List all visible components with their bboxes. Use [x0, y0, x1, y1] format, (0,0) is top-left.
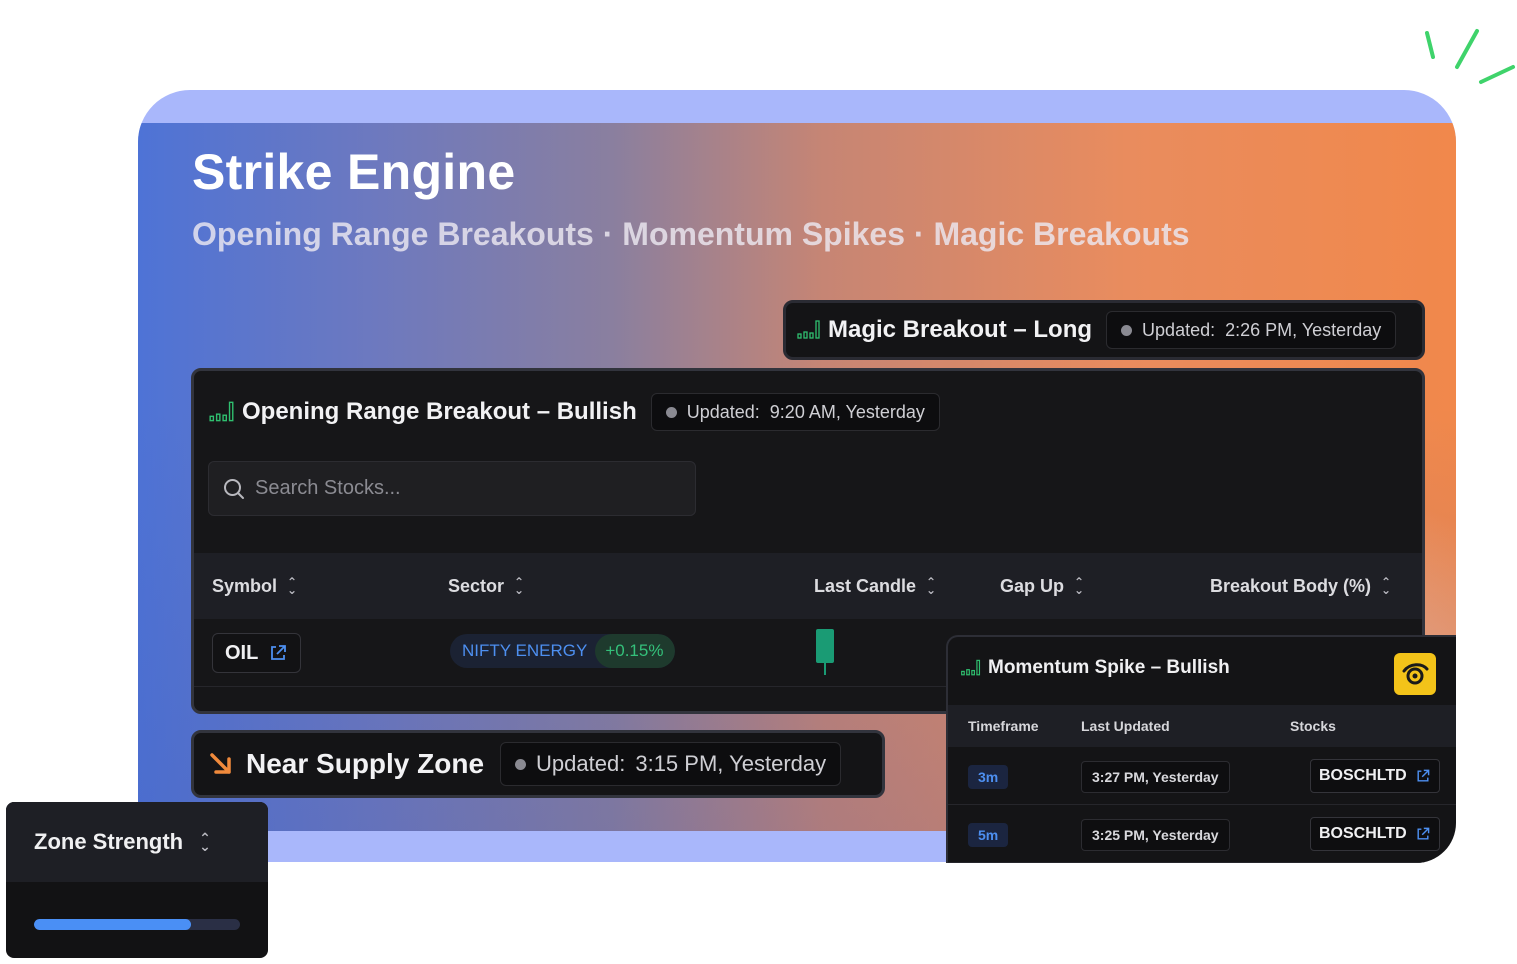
search-box[interactable] — [208, 461, 696, 516]
timeframe-badge: 5m — [968, 823, 1009, 847]
candlestick-icon — [797, 320, 820, 339]
momentum-table-header: Timeframe Last Updated Stocks — [948, 705, 1456, 747]
search-input[interactable] — [255, 477, 675, 500]
status-dot — [515, 758, 527, 770]
last-candle-icon — [816, 629, 834, 675]
updated-prefix: Updated: — [536, 751, 626, 776]
supply-label: Near Supply Zone — [246, 748, 485, 779]
sector-name: NIFTY ENERGY — [462, 641, 588, 660]
magic-breakout-card[interactable]: Magic Breakout – Long Updated: 2:26 PM, … — [783, 300, 1425, 360]
updated-time: 9:20 AM, Yesterday — [769, 401, 925, 422]
table-header: Symbol ⌃ ⌄ Sector ⌃ ⌄ Last Candle ⌃ ⌄ Gap U… — [194, 553, 1422, 619]
column-stocks: Stocks — [1290, 718, 1336, 734]
momentum-label: Momentum Spike – Bullish — [988, 657, 1230, 678]
timeframe-badge: 3m — [968, 765, 1009, 789]
sort-icon[interactable]: ⌃ ⌄ — [1074, 576, 1084, 596]
column-label: Gap Up — [1000, 575, 1065, 596]
zone-strength-label: Zone Strength — [34, 829, 184, 854]
column-breakout-body[interactable]: Breakout Body (%) ⌃ ⌄ — [1210, 553, 1391, 619]
column-sector[interactable]: Sector ⌃ ⌄ — [448, 553, 524, 619]
status-dot — [1121, 324, 1133, 336]
column-label: Last Candle — [814, 575, 917, 596]
sparkle-icon — [1425, 29, 1515, 84]
page-subtitle: Opening Range Breakouts · Momentum Spike… — [192, 216, 1190, 252]
updated-time: 3:15 PM, Yesterday — [635, 751, 827, 776]
sort-icon[interactable]: ⌃ ⌄ — [926, 576, 936, 596]
updated-time: 2:26 PM, Yesterday — [1225, 319, 1382, 340]
owl-logo-icon[interactable] — [1394, 653, 1436, 695]
symbol-label: OIL — [225, 641, 259, 664]
column-last-updated: Last Updated — [1081, 718, 1170, 734]
stock-label: BOSCHLTD — [1319, 825, 1407, 842]
stock-label: BOSCHLTD — [1319, 767, 1407, 784]
zone-strength-header[interactable]: Zone Strength ⌃ ⌄ — [6, 802, 268, 882]
sort-icon[interactable]: ⌃ ⌄ — [514, 576, 524, 596]
magic-breakout-updated: Updated: 2:26 PM, Yesterday — [1106, 311, 1397, 349]
column-label: Sector — [448, 575, 505, 596]
arrow-down-right-icon — [210, 753, 231, 774]
sort-icon[interactable]: ⌃ ⌄ — [1381, 576, 1391, 596]
momentum-header: Momentum Spike – Bullish — [960, 657, 1230, 679]
supply-updated: Updated: 3:15 PM, Yesterday — [500, 742, 842, 786]
owl-eye-icon — [1402, 663, 1429, 685]
external-link-icon[interactable] — [268, 643, 288, 663]
sort-icon[interactable]: ⌃ ⌄ — [287, 576, 297, 596]
orb-header: Opening Range Breakout – Bullish Updated… — [208, 393, 940, 431]
page-title: Strike Engine — [192, 144, 516, 200]
column-last-candle[interactable]: Last Candle ⌃ ⌄ — [814, 553, 936, 619]
stock-chip[interactable]: BOSCHLTD — [1310, 759, 1440, 793]
table-row[interactable]: 3m 3:27 PM, Yesterday BOSCHLTD — [948, 747, 1456, 805]
updated-prefix: Updated: — [1142, 319, 1216, 340]
column-timeframe: Timeframe — [968, 718, 1039, 734]
last-updated-chip: 3:25 PM, Yesterday — [1081, 819, 1230, 851]
search-icon — [224, 478, 244, 499]
zone-strength-card: Zone Strength ⌃ ⌄ — [6, 802, 268, 958]
updated-prefix: Updated: — [686, 401, 760, 422]
external-link-icon[interactable] — [1415, 768, 1431, 784]
candlestick-icon — [209, 401, 234, 422]
sector-change: +0.15% — [595, 634, 676, 668]
external-link-icon[interactable] — [1415, 826, 1431, 842]
symbol-chip[interactable]: OIL — [212, 633, 302, 673]
column-gap-up[interactable]: Gap Up ⌃ ⌄ — [1000, 553, 1084, 619]
magic-breakout-label: Magic Breakout – Long — [828, 316, 1093, 343]
sort-icon[interactable]: ⌃ ⌄ — [199, 831, 211, 853]
stock-chip[interactable]: BOSCHLTD — [1310, 817, 1440, 851]
momentum-spike-card: Momentum Spike – Bullish Timeframe Last … — [946, 635, 1456, 863]
status-dot — [665, 406, 677, 418]
sector-chip: NIFTY ENERGY +0.15% — [450, 634, 676, 668]
near-supply-zone-card[interactable]: Near Supply Zone Updated: 3:15 PM, Yeste… — [191, 730, 885, 798]
zone-strength-fill — [34, 919, 191, 930]
column-label: Symbol — [212, 575, 278, 596]
zone-strength-bar — [34, 919, 240, 930]
orb-label: Opening Range Breakout – Bullish — [242, 398, 637, 425]
table-row[interactable]: 5m 3:25 PM, Yesterday BOSCHLTD — [948, 805, 1456, 863]
candlestick-icon — [961, 659, 981, 676]
last-updated-chip: 3:27 PM, Yesterday — [1081, 761, 1230, 793]
column-label: Breakout Body (%) — [1210, 575, 1372, 596]
column-symbol[interactable]: Symbol ⌃ ⌄ — [212, 553, 297, 619]
orb-updated: Updated: 9:20 AM, Yesterday — [650, 393, 940, 431]
